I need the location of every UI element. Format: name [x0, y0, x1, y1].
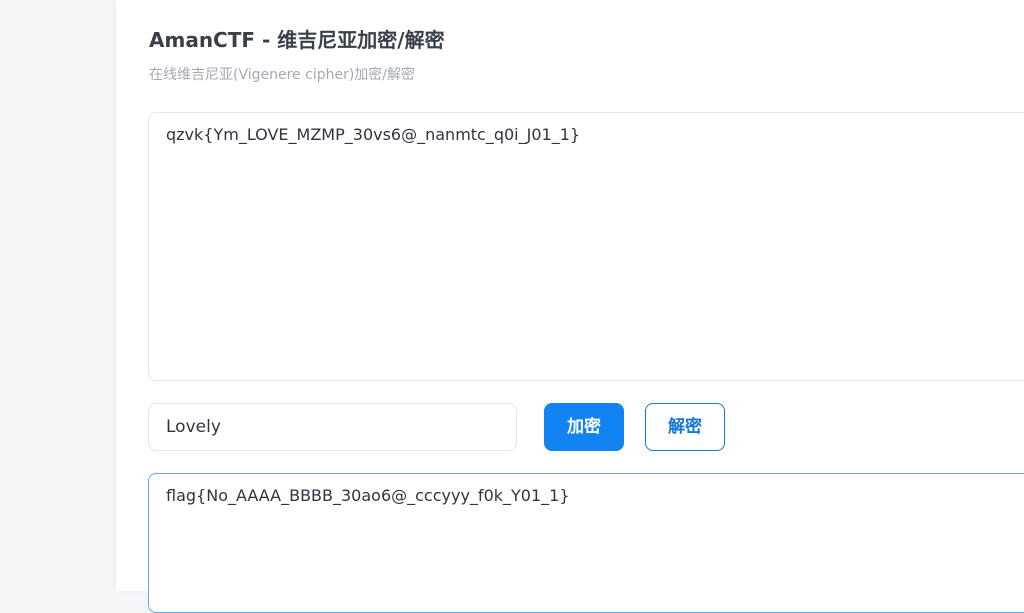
input-textarea[interactable]: qzvk{Ym_LOVE_MZMP_30vs6@_nanmtc_q0i_J01_… — [148, 112, 1024, 381]
output-textarea[interactable]: flag{No_AAAA_BBBB_30ao6@_cccyyy_f0k_Y01_… — [148, 473, 1024, 613]
encrypt-button[interactable]: 加密 — [544, 403, 624, 451]
key-input[interactable]: Lovely — [148, 403, 517, 451]
page-title: AmanCTF - 维吉尼亚加密/解密 — [149, 28, 445, 52]
left-gutter — [0, 0, 116, 591]
decrypt-button[interactable]: 解密 — [645, 403, 725, 451]
main-panel: AmanCTF - 维吉尼亚加密/解密 在线维吉尼亚(Vigenere ciph… — [116, 0, 1024, 613]
page-subtitle: 在线维吉尼亚(Vigenere cipher)加密/解密 — [149, 67, 416, 83]
